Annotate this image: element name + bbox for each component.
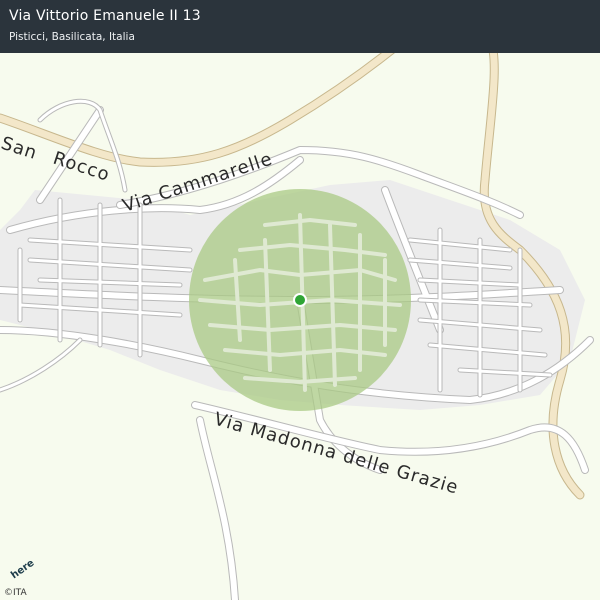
address-subtitle: Pisticci, Basilicata, Italia (9, 31, 135, 43)
address-title: Via Vittorio Emanuele II 13 (9, 8, 201, 24)
copyright-text: ©ITA (4, 588, 27, 598)
header-bar: Via Vittorio Emanuele II 13 Pisticci, Ba… (0, 0, 600, 53)
map-canvas[interactable]: San Rocco Via Cammarelle Via Madonna del… (0, 0, 600, 600)
location-dot[interactable] (295, 295, 305, 305)
